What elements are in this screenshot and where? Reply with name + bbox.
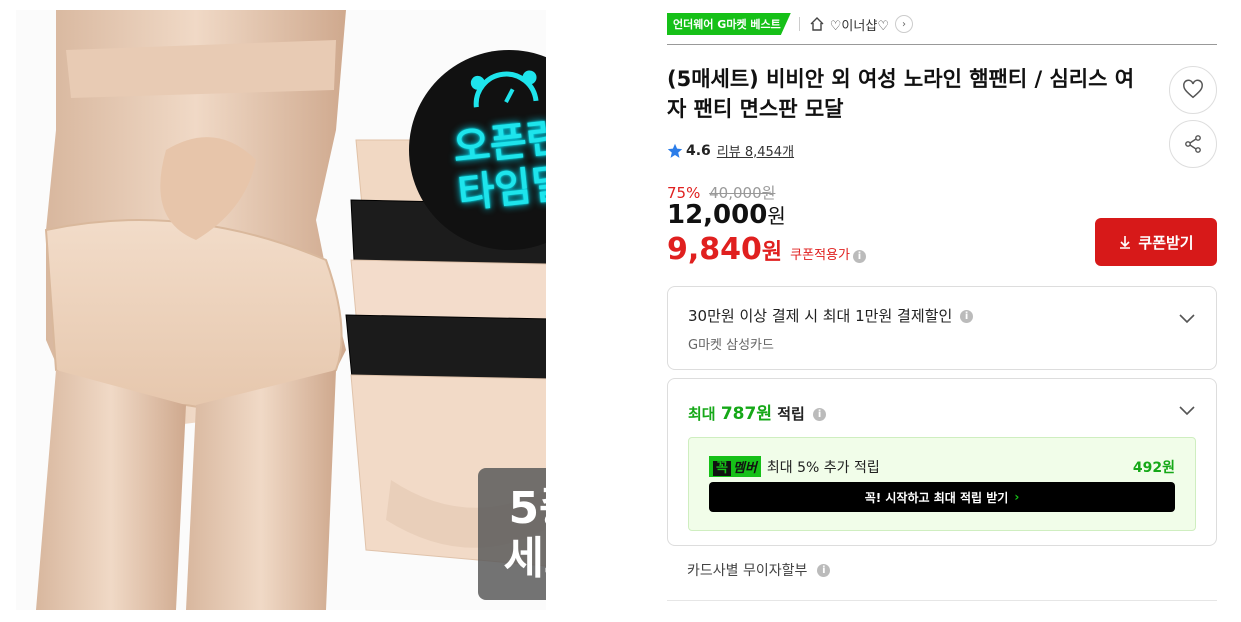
card-discount-text: 30만원 이상 결제 시 최대 1만원 결제할인 [688, 307, 953, 325]
best-category-tag[interactable]: 언더웨어 G마켓 베스트 [667, 13, 791, 35]
sale-price-unit: 원 [767, 204, 786, 228]
coupon-applied-label: 쿠폰적용가 [790, 248, 850, 263]
club-benefit-text: 최대 5% 추가 적립 [766, 459, 880, 476]
share-icon [1185, 135, 1201, 153]
alarm-clock-icon [470, 70, 539, 108]
divider [798, 17, 800, 31]
product-title: (5매세트) 비비안 외 여성 노라인 햄팬티 / 심리스 여자 팬티 면스판 … [667, 67, 1135, 121]
divider [667, 600, 1217, 601]
card-name: G마켓 삼성카드 [688, 338, 774, 353]
points-accordion[interactable]: 최대 787원 적립 i 꼭 멤버 최대 5% 추가 적립 492원 꼭! 시작하… [667, 378, 1217, 546]
heart-icon [1183, 79, 1203, 99]
shop-name-link[interactable]: ♡이너샵♡ [830, 15, 889, 34]
coupon-price: 9,840 원 쿠폰적용가 i [667, 232, 866, 267]
coupon-price-unit: 원 [761, 240, 783, 265]
club-logo-b: 멤버 [732, 461, 757, 476]
rating-row: 4.6 리뷰 8,454개 [667, 141, 794, 160]
club-logo: 꼭 멤버 [709, 456, 761, 477]
get-coupon-label: 쿠폰받기 [1138, 233, 1194, 252]
club-logo-a: 꼭 [713, 461, 731, 476]
club-row: 꼭 멤버 최대 5% 추가 적립 492원 [709, 456, 1175, 477]
chevron-down-icon[interactable] [1178, 401, 1196, 419]
points-amount: 787원 [720, 404, 772, 424]
info-icon[interactable]: i [960, 310, 974, 323]
club-join-button[interactable]: 꼭! 시작하고 최대 적립 받기 › [709, 482, 1175, 512]
chevron-down-icon[interactable] [1178, 309, 1196, 327]
set-badge-line2: 세트 [503, 533, 546, 584]
divider [667, 44, 1217, 45]
points-title: 최대 787원 적립 i [688, 399, 827, 424]
star-icon [667, 143, 683, 158]
set-badge-line1: 5종 [508, 483, 546, 534]
breadcrumb: 언더웨어 G마켓 베스트 ♡이너샵♡ › [667, 12, 913, 36]
five-piece-set-badge: 5종 세트 [478, 468, 546, 600]
sale-price-value: 12,000 [667, 200, 768, 230]
get-coupon-button[interactable]: 쿠폰받기 [1095, 218, 1217, 266]
review-count-link[interactable]: 리뷰 8,454개 [717, 141, 794, 160]
coupon-price-value: 9,840 [667, 232, 762, 267]
card-discount-title: 30만원 이상 결제 시 최대 1만원 결제할인 i [688, 305, 974, 326]
info-icon[interactable]: i [813, 408, 827, 421]
club-join-label: 꼭! 시작하고 최대 적립 받기 [864, 490, 1009, 505]
info-icon[interactable]: i [852, 250, 866, 263]
points-prefix: 최대 [688, 405, 716, 423]
club-membership-panel: 꼭 멤버 최대 5% 추가 적립 492원 꼭! 시작하고 최대 적립 받기 › [688, 437, 1196, 531]
wishlist-button[interactable] [1169, 66, 1217, 114]
product-info-panel: 언더웨어 G마켓 베스트 ♡이너샵♡ › (5매세트) 비비안 외 여성 노라인… [667, 0, 1217, 622]
share-button[interactable] [1169, 120, 1217, 168]
sale-price: 12,000원 [667, 200, 786, 230]
home-icon[interactable] [808, 15, 826, 33]
club-amount: 492원 [1132, 459, 1175, 476]
card-discount-accordion[interactable]: 30만원 이상 결제 시 최대 1만원 결제할인 i G마켓 삼성카드 [667, 286, 1217, 370]
installment-row[interactable]: 카드사별 무이자할부 i [687, 560, 831, 580]
chevron-right-icon: › [1014, 490, 1020, 504]
rating-score: 4.6 [686, 142, 711, 159]
info-icon[interactable]: i [817, 563, 831, 577]
product-image: 오픈런 타임딜 5종 세트 [16, 10, 546, 610]
points-suffix: 적립 [777, 405, 805, 423]
chevron-right-icon[interactable]: › [894, 15, 913, 33]
download-icon [1120, 236, 1131, 249]
installment-label: 카드사별 무이자할부 [687, 563, 808, 579]
